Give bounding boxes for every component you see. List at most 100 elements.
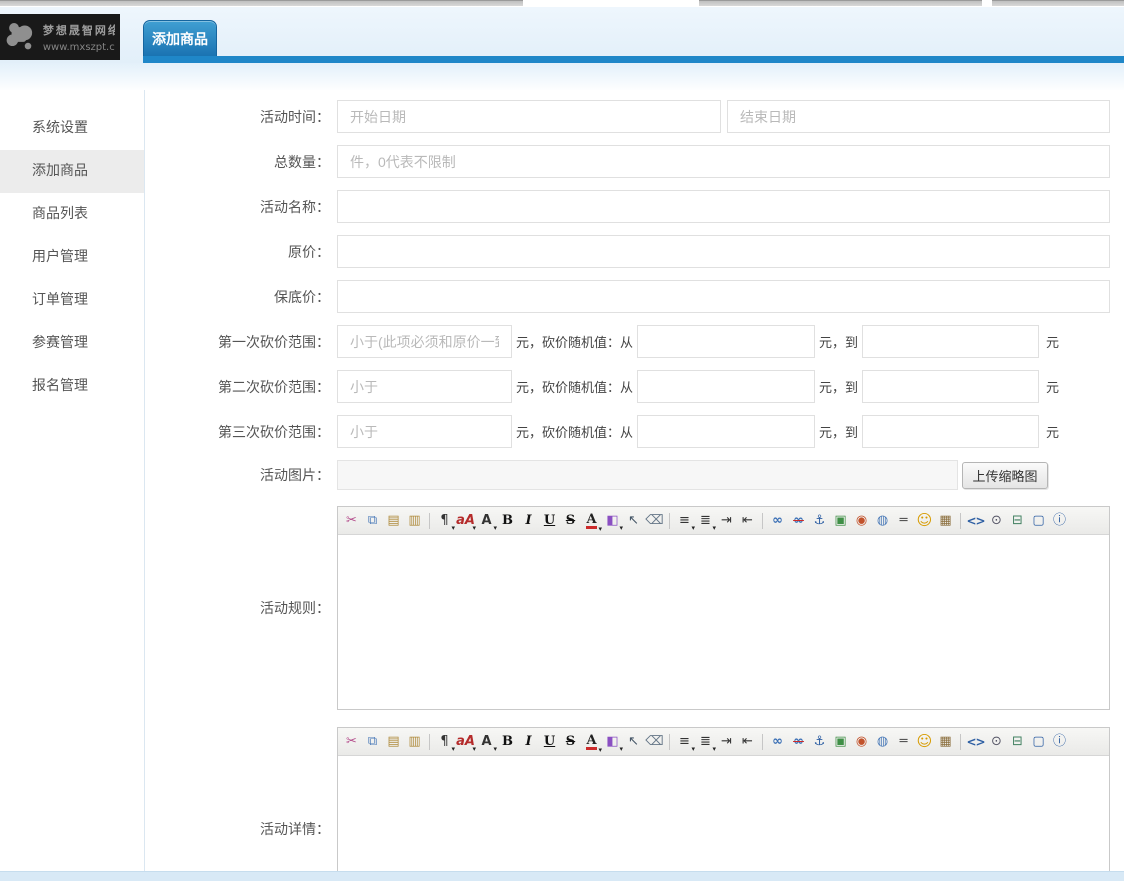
sidebar-item-7[interactable]: 报名管理 xyxy=(0,365,144,408)
font-size-icon[interactable]: A ▾ xyxy=(476,510,497,532)
total-quantity-input[interactable] xyxy=(337,145,1110,178)
sidebar-item-6[interactable]: 参赛管理 xyxy=(0,322,144,365)
underline-icon[interactable]: U xyxy=(539,731,560,753)
strikethrough-icon[interactable]: S xyxy=(560,510,581,532)
bargain-random-from-input[interactable] xyxy=(637,370,816,403)
details-editor-toolbar: ✂ ⧉ ▤ ▥ ¶ ▾ aA ▾ A ▾ B I U S A ▾ ◧ ▾ ↖ ⌫ ≡ ▾ ≣ ▾ ⇥ ⇤ ∞ ∞ ⚓ ▣ ◉ ◍ ═ ☺ ▦ <> ⊙ ⊟… xyxy=(338,728,1109,756)
paragraph-format-icon[interactable]: ¶ ▾ xyxy=(434,510,455,532)
about-icon[interactable]: ⓘ xyxy=(1049,731,1070,753)
preview-icon[interactable]: ⊙ xyxy=(986,510,1007,532)
horizontal-rule-icon[interactable]: ═ xyxy=(893,510,914,532)
toolbar-separator xyxy=(762,733,763,750)
tab-add-product[interactable]: 添加商品 xyxy=(143,20,217,56)
outdent-icon[interactable]: ⇤ xyxy=(737,731,758,753)
outdent-icon[interactable]: ⇤ xyxy=(737,510,758,532)
form-row-activity-image: 活动图片： 上传缩略图 xyxy=(145,460,1124,490)
italic-icon[interactable]: I xyxy=(518,510,539,532)
unlink-icon[interactable]: ∞ xyxy=(788,731,809,753)
paste-text-icon[interactable]: ▥ xyxy=(404,731,425,753)
tab-label: 添加商品 xyxy=(152,31,208,48)
print-icon[interactable]: ⊟ xyxy=(1007,731,1028,753)
bargain-random-to-input[interactable] xyxy=(862,415,1040,448)
table-icon[interactable]: ▦ xyxy=(935,731,956,753)
indent-icon[interactable]: ⇥ xyxy=(716,510,737,532)
highlight-color-icon[interactable]: ◧ ▾ xyxy=(602,510,623,532)
rules-editor-toolbar: ✂ ⧉ ▤ ▥ ¶ ▾ aA ▾ A ▾ B I U S A ▾ ◧ ▾ ↖ ⌫ ≡ ▾ ≣ ▾ ⇥ ⇤ ∞ ∞ ⚓ ▣ ◉ ◍ ═ ☺ ▦ <> ⊙ ⊟… xyxy=(338,507,1109,535)
font-color-icon[interactable]: A ▾ xyxy=(581,731,602,753)
sidebar-item-3[interactable]: 商品列表 xyxy=(0,193,144,236)
horizontal-rule-icon[interactable]: ═ xyxy=(893,731,914,753)
align-icon[interactable]: ≡ ▾ xyxy=(674,510,695,532)
media-icon[interactable]: ◍ xyxy=(872,731,893,753)
activity-name-input[interactable] xyxy=(337,190,1110,223)
fullscreen-icon[interactable]: ▢ xyxy=(1028,510,1049,532)
image-icon[interactable]: ▣ xyxy=(830,510,851,532)
print-icon[interactable]: ⊟ xyxy=(1007,510,1028,532)
bargain-range-input[interactable] xyxy=(337,370,512,403)
font-size-icon[interactable]: A ▾ xyxy=(476,731,497,753)
flash-icon[interactable]: ◉ xyxy=(851,510,872,532)
link-icon[interactable]: ∞ xyxy=(767,731,788,753)
image-icon[interactable]: ▣ xyxy=(830,731,851,753)
bargain-range-input[interactable] xyxy=(337,415,512,448)
font-name-icon[interactable]: aA ▾ xyxy=(455,510,476,532)
paragraph-format-icon[interactable]: ¶ ▾ xyxy=(434,731,455,753)
bold-icon[interactable]: B xyxy=(497,731,518,753)
anchor-icon[interactable]: ⚓ xyxy=(809,510,830,532)
bargain-random-to-input[interactable] xyxy=(862,370,1040,403)
emoticon-icon[interactable]: ☺ xyxy=(914,731,935,753)
highlight-color-icon[interactable]: ◧ ▾ xyxy=(602,731,623,753)
copy-icon[interactable]: ⧉ xyxy=(362,510,383,532)
paste-icon[interactable]: ▤ xyxy=(383,731,404,753)
indent-icon[interactable]: ⇥ xyxy=(716,731,737,753)
sidebar-item-2[interactable]: 添加商品 xyxy=(0,150,144,193)
list-icon[interactable]: ≣ ▾ xyxy=(695,510,716,532)
align-icon[interactable]: ≡ ▾ xyxy=(674,731,695,753)
eraser-icon[interactable]: ⌫ xyxy=(644,731,665,753)
bold-icon[interactable]: B xyxy=(497,510,518,532)
list-icon[interactable]: ≣ ▾ xyxy=(695,731,716,753)
media-icon[interactable]: ◍ xyxy=(872,510,893,532)
paste-text-icon[interactable]: ▥ xyxy=(404,510,425,532)
end-date-input[interactable] xyxy=(727,100,1110,133)
code-icon[interactable]: <> xyxy=(965,510,986,532)
bargain-random-from-input[interactable] xyxy=(637,325,816,358)
code-icon[interactable]: <> xyxy=(965,731,986,753)
unlink-icon[interactable]: ∞ xyxy=(788,510,809,532)
strikethrough-icon[interactable]: S xyxy=(560,731,581,753)
about-icon[interactable]: ⓘ xyxy=(1049,510,1070,532)
emoticon-icon[interactable]: ☺ xyxy=(914,510,935,532)
eraser-icon[interactable]: ⌫ xyxy=(644,510,665,532)
sidebar-item-1[interactable]: 系统设置 xyxy=(0,107,144,150)
rules-editor-body[interactable] xyxy=(338,535,1109,709)
copy-icon[interactable]: ⧉ xyxy=(362,731,383,753)
details-editor-body[interactable] xyxy=(338,756,1109,871)
bargain-random-from-input[interactable] xyxy=(637,415,816,448)
select-arrow-icon[interactable]: ↖ xyxy=(623,731,644,753)
link-icon[interactable]: ∞ xyxy=(767,510,788,532)
floor-price-input[interactable] xyxy=(337,280,1110,313)
paste-icon[interactable]: ▤ xyxy=(383,510,404,532)
italic-icon[interactable]: I xyxy=(518,731,539,753)
original-price-input[interactable] xyxy=(337,235,1110,268)
bargain-range-input[interactable] xyxy=(337,325,512,358)
upload-thumbnail-button[interactable]: 上传缩略图 xyxy=(962,461,1048,489)
logo[interactable]: 梦想晟智网络 www.mxszpt.com xyxy=(0,14,120,60)
preview-icon[interactable]: ⊙ xyxy=(986,731,1007,753)
cut-icon[interactable]: ✂ xyxy=(341,731,362,753)
font-color-icon[interactable]: A ▾ xyxy=(581,510,602,532)
font-name-icon[interactable]: aA ▾ xyxy=(455,731,476,753)
cut-icon[interactable]: ✂ xyxy=(341,510,362,532)
form-row-floor-price: 保底价： xyxy=(145,280,1124,313)
select-arrow-icon[interactable]: ↖ xyxy=(623,510,644,532)
flash-icon[interactable]: ◉ xyxy=(851,731,872,753)
anchor-icon[interactable]: ⚓ xyxy=(809,731,830,753)
table-icon[interactable]: ▦ xyxy=(935,510,956,532)
sidebar-item-5[interactable]: 订单管理 xyxy=(0,279,144,322)
sidebar-item-4[interactable]: 用户管理 xyxy=(0,236,144,279)
underline-icon[interactable]: U xyxy=(539,510,560,532)
start-date-input[interactable] xyxy=(337,100,721,133)
bargain-random-to-input[interactable] xyxy=(862,325,1040,358)
activity-image-input[interactable] xyxy=(337,460,958,490)
fullscreen-icon[interactable]: ▢ xyxy=(1028,731,1049,753)
